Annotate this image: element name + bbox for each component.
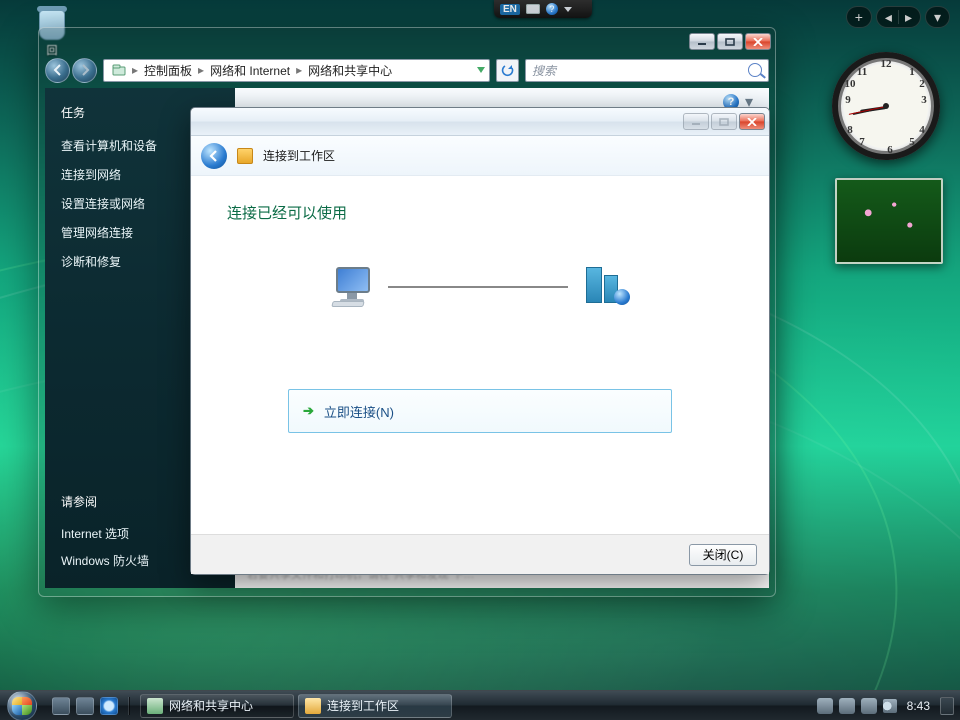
- maximize-button[interactable]: [717, 33, 743, 50]
- switch-windows-icon[interactable]: [76, 697, 94, 715]
- search-icon: [748, 63, 762, 77]
- maximize-button[interactable]: [711, 113, 737, 130]
- close-button[interactable]: [739, 113, 765, 130]
- system-tray: 8:43: [811, 697, 960, 715]
- wizard-title-icon: [237, 148, 253, 164]
- keyboard-icon[interactable]: [526, 4, 540, 14]
- connect-to-workplace-wizard: 连接到工作区 连接已经可以使用 ➔ 立即连接(N) 关闭(C): [190, 107, 770, 575]
- breadcrumb-item[interactable]: 网络和共享中心: [304, 62, 396, 79]
- chevron-right-icon[interactable]: ▸: [132, 63, 138, 77]
- search-input[interactable]: 搜索: [525, 59, 769, 82]
- gadget-nav[interactable]: ◂ ▸: [876, 6, 921, 28]
- wizard-back-button[interactable]: [201, 143, 227, 169]
- minimize-button[interactable]: [683, 113, 709, 130]
- sidebar-gadget-controls: + ◂ ▸ ▾: [846, 6, 950, 28]
- start-button[interactable]: [0, 691, 44, 720]
- close-button[interactable]: 关闭(C): [689, 544, 757, 566]
- task-label: 网络和共享中心: [169, 697, 253, 714]
- chevron-right-icon[interactable]: ▸: [198, 63, 204, 77]
- help-icon[interactable]: ?: [546, 3, 558, 15]
- explorer-toolbar: ▸ 控制面板 ▸ 网络和 Internet ▸ 网络和共享中心 搜索: [45, 55, 769, 85]
- task-button[interactable]: 连接到工作区: [298, 694, 452, 718]
- tray-power-icon[interactable]: [861, 698, 877, 714]
- address-dropdown[interactable]: [477, 67, 485, 73]
- connect-now-option[interactable]: ➔ 立即连接(N): [288, 389, 672, 433]
- refresh-button[interactable]: [496, 59, 519, 82]
- wizard-footer: 关闭(C): [191, 534, 769, 574]
- breadcrumb-item[interactable]: 控制面板: [140, 62, 196, 79]
- connection-line: [388, 286, 568, 288]
- clock-gadget[interactable]: 12 3 6 9 1 2 4 5 7 8 10 11: [832, 52, 940, 160]
- tray-security-icon[interactable]: [817, 698, 833, 714]
- taskbar: 网络和共享中心 连接到工作区 8:43: [0, 690, 960, 720]
- task-icon: [147, 698, 163, 714]
- arrow-right-icon: ➔: [303, 403, 314, 419]
- chevron-down-icon[interactable]: [564, 7, 572, 12]
- task-button[interactable]: 网络和共享中心: [140, 694, 294, 718]
- wrench-icon: ▾: [934, 7, 941, 27]
- task-label: 连接到工作区: [327, 697, 399, 714]
- language-bar[interactable]: EN ?: [494, 0, 592, 18]
- server-icon: [578, 267, 628, 307]
- chevron-right-icon: ▸: [905, 7, 912, 27]
- close-button[interactable]: [745, 33, 771, 50]
- minimize-button[interactable]: [689, 33, 715, 50]
- wizard-titlebar[interactable]: [191, 108, 769, 136]
- breadcrumb-item[interactable]: 网络和 Internet: [206, 62, 294, 79]
- wizard-body: 连接已经可以使用 ➔ 立即连接(N): [191, 176, 769, 534]
- wizard-title: 连接到工作区: [263, 147, 335, 164]
- show-desktop-icon[interactable]: [52, 697, 70, 715]
- wizard-heading: 连接已经可以使用: [227, 202, 733, 223]
- address-bar[interactable]: ▸ 控制面板 ▸ 网络和 Internet ▸ 网络和共享中心: [103, 59, 490, 82]
- quick-launch: [44, 697, 138, 715]
- tray-sidebar-icon[interactable]: [940, 697, 954, 715]
- ie-icon[interactable]: [100, 697, 118, 715]
- language-indicator[interactable]: EN: [500, 4, 520, 15]
- connect-now-label: 立即连接(N): [324, 402, 394, 421]
- chevron-right-icon[interactable]: ▸: [296, 63, 302, 77]
- chevron-left-icon: ◂: [885, 7, 892, 27]
- start-orb-icon: [7, 691, 37, 720]
- breadcrumb-root-icon[interactable]: [108, 63, 130, 77]
- tray-volume-icon[interactable]: [883, 699, 897, 713]
- task-buttons: 网络和共享中心 连接到工作区: [138, 694, 454, 718]
- computer-icon: [332, 267, 378, 307]
- connection-diagram: [227, 247, 733, 327]
- search-placeholder: 搜索: [532, 62, 556, 79]
- nav-forward-button[interactable]: [72, 58, 97, 83]
- tray-clock[interactable]: 8:43: [903, 699, 934, 713]
- desktop: EN ? + ◂ ▸ ▾ 回 12 3 6 9 1 2 4 5 7 8 10 1…: [0, 0, 960, 720]
- wizard-header: 连接到工作区: [191, 136, 769, 176]
- tray-network-icon[interactable]: [839, 698, 855, 714]
- slideshow-gadget[interactable]: [835, 178, 943, 264]
- gadget-options-button[interactable]: ▾: [925, 6, 950, 28]
- add-gadget-button[interactable]: +: [846, 6, 872, 28]
- nav-back-button[interactable]: [45, 58, 70, 83]
- explorer-titlebar[interactable]: [39, 28, 775, 55]
- task-icon: [305, 698, 321, 714]
